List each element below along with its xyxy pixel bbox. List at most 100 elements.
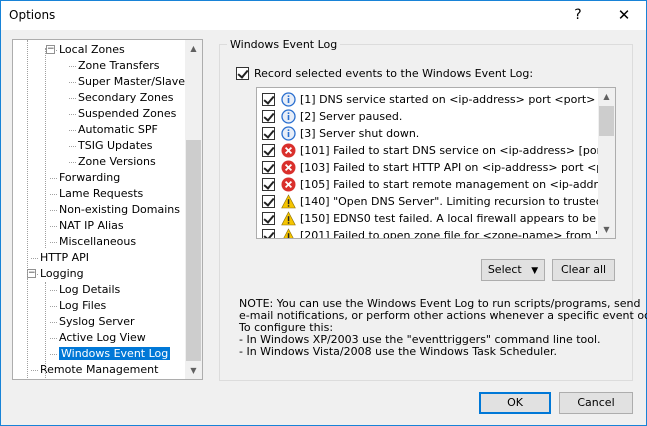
tree-item-label: Non-existing Domains (59, 203, 181, 216)
dropdown-arrow-icon: ▼ (531, 266, 539, 276)
tree-connector (69, 114, 76, 115)
event-row[interactable]: [101] Failed to start DNS service on <ip… (260, 142, 600, 159)
scroll-up-arrow-icon[interactable]: ▲ (185, 40, 202, 57)
event-label: [105] Failed to start remote management … (300, 178, 600, 191)
tree-item[interactable]: Windows Event Log (59, 346, 171, 362)
tree-item[interactable]: Remote Management (40, 362, 158, 378)
tree-item[interactable]: TSIG Updates (78, 138, 153, 154)
help-button[interactable]: ? (555, 1, 601, 30)
tree-item-label: Super Master/Slave (78, 75, 186, 88)
tree-item[interactable]: Zone Transfers (78, 58, 159, 74)
close-button[interactable]: ✕ (601, 1, 647, 30)
tree-connector (69, 98, 76, 99)
tree-guide-line (45, 282, 46, 378)
note-line: - In Windows Vista/2008 use the Windows … (239, 345, 558, 358)
tree-item[interactable]: NAT IP Alias (59, 218, 124, 234)
tree-item[interactable]: Zone Versions (78, 154, 156, 170)
event-checkbox[interactable] (262, 212, 275, 225)
tree-item-label: Secondary Zones (78, 91, 174, 104)
tree-item[interactable]: Active Log View (59, 330, 146, 346)
tree-item-label: Zone Transfers (78, 59, 160, 72)
event-checkbox[interactable] (262, 93, 275, 106)
tree-item[interactable]: Super Master/Slave (78, 74, 185, 90)
collapse-toggle-icon[interactable]: − (46, 45, 55, 54)
warning-icon (281, 228, 296, 238)
tree-connector (69, 130, 76, 131)
tree-item-label: Active Log View (59, 331, 146, 344)
tree-item[interactable]: Log Details (59, 282, 120, 298)
record-events-label: Record selected events to the Windows Ev… (254, 66, 534, 80)
scroll-thumb[interactable] (186, 140, 201, 361)
scroll-down-arrow-icon[interactable]: ▼ (598, 221, 615, 238)
tree-item-label: Miscellaneous (59, 235, 137, 248)
event-row[interactable]: [1] DNS service started on <ip-address> … (260, 91, 600, 108)
scroll-thumb[interactable] (599, 106, 614, 136)
event-row[interactable]: [2] Server paused. (260, 108, 600, 125)
event-checkbox[interactable] (262, 110, 275, 123)
tree-guide-line (45, 48, 46, 248)
event-checkbox[interactable] (262, 195, 275, 208)
tree-item-label: Suspended Zones (78, 107, 177, 120)
error-icon (281, 177, 296, 192)
event-checkbox[interactable] (262, 161, 275, 174)
event-row[interactable]: [105] Failed to start remote management … (260, 176, 600, 193)
tree-item[interactable]: HTTP API (40, 250, 89, 266)
select-button[interactable]: Select ▼ (481, 259, 545, 281)
event-label: [2] Server paused. (300, 110, 403, 123)
tree-item[interactable]: Automatic SPF (78, 122, 158, 138)
tree-connector (69, 82, 76, 83)
warning-icon (281, 211, 296, 226)
event-row[interactable]: [150] EDNS0 test failed. A local firewal… (260, 210, 600, 227)
group-title: Windows Event Log (227, 38, 341, 51)
event-checkbox[interactable] (262, 229, 275, 238)
options-tree[interactable]: Local Zones − Zone Transfers Super Master/S… (12, 39, 203, 380)
tree-item-label: Log Files (59, 299, 107, 312)
tree-item-label: Log Details (59, 283, 121, 296)
event-checkbox[interactable] (262, 127, 275, 140)
tree-connector (31, 370, 38, 371)
tree-item[interactable]: Local Zones (59, 42, 125, 58)
clear-all-button[interactable]: Clear all (552, 259, 615, 281)
tree-connector (31, 258, 38, 259)
event-row[interactable]: [140] "Open DNS Server". Limiting recurs… (260, 193, 600, 210)
scroll-down-arrow-icon[interactable]: ▼ (185, 362, 202, 379)
event-label: [140] "Open DNS Server". Limiting recurs… (300, 195, 600, 208)
collapse-toggle-icon[interactable]: − (27, 269, 36, 278)
tree-item-label: Forwarding (59, 171, 121, 184)
tree-scrollbar[interactable]: ▲ ▼ (185, 40, 202, 379)
event-list-scrollbar[interactable]: ▲ ▼ (598, 88, 615, 238)
event-list[interactable]: [1] DNS service started on <ip-address> … (256, 87, 616, 239)
event-checkbox[interactable] (262, 144, 275, 157)
tree-item[interactable]: Forwarding (59, 170, 120, 186)
tree-item[interactable]: Log Files (59, 298, 106, 314)
event-checkbox[interactable] (262, 178, 275, 191)
event-row[interactable]: [3] Server shut down. (260, 125, 600, 142)
event-label: [1] DNS service started on <ip-address> … (300, 93, 596, 106)
scroll-up-arrow-icon[interactable]: ▲ (598, 88, 615, 105)
cancel-button[interactable]: Cancel (559, 392, 633, 414)
info-icon (281, 109, 296, 124)
tree-item[interactable]: Logging (40, 266, 84, 282)
tree-item[interactable]: Non-existing Domains (59, 202, 180, 218)
tree-item-label: Zone Versions (78, 155, 156, 168)
tree-connector (69, 162, 76, 163)
event-row[interactable]: [103] Failed to start HTTP API on <ip-ad… (260, 159, 600, 176)
tree-item-label: Remote Management (40, 363, 159, 376)
tree-connector (69, 146, 76, 147)
tree-item[interactable]: Secondary Zones (78, 90, 174, 106)
tree-connector (50, 290, 57, 291)
tree-connector (50, 178, 57, 179)
tree-item-label: Windows Event Log (59, 347, 171, 360)
tree-item[interactable]: Suspended Zones (78, 106, 176, 122)
info-icon (281, 92, 296, 107)
tree-item[interactable]: Miscellaneous (59, 234, 136, 250)
checkbox-icon[interactable] (236, 66, 249, 80)
event-label: [150] EDNS0 test failed. A local firewal… (300, 212, 600, 225)
tree-item-label: Automatic SPF (78, 123, 158, 136)
tree-item[interactable]: Syslog Server (59, 314, 135, 330)
tree-item[interactable]: Lame Requests (59, 186, 143, 202)
event-row[interactable]: [201] Failed to open zone file for <zone… (260, 227, 600, 238)
record-events-checkbox[interactable]: Record selected events to the Windows Ev… (236, 66, 533, 80)
ok-button[interactable]: OK (479, 392, 551, 414)
tree-connector (50, 194, 57, 195)
